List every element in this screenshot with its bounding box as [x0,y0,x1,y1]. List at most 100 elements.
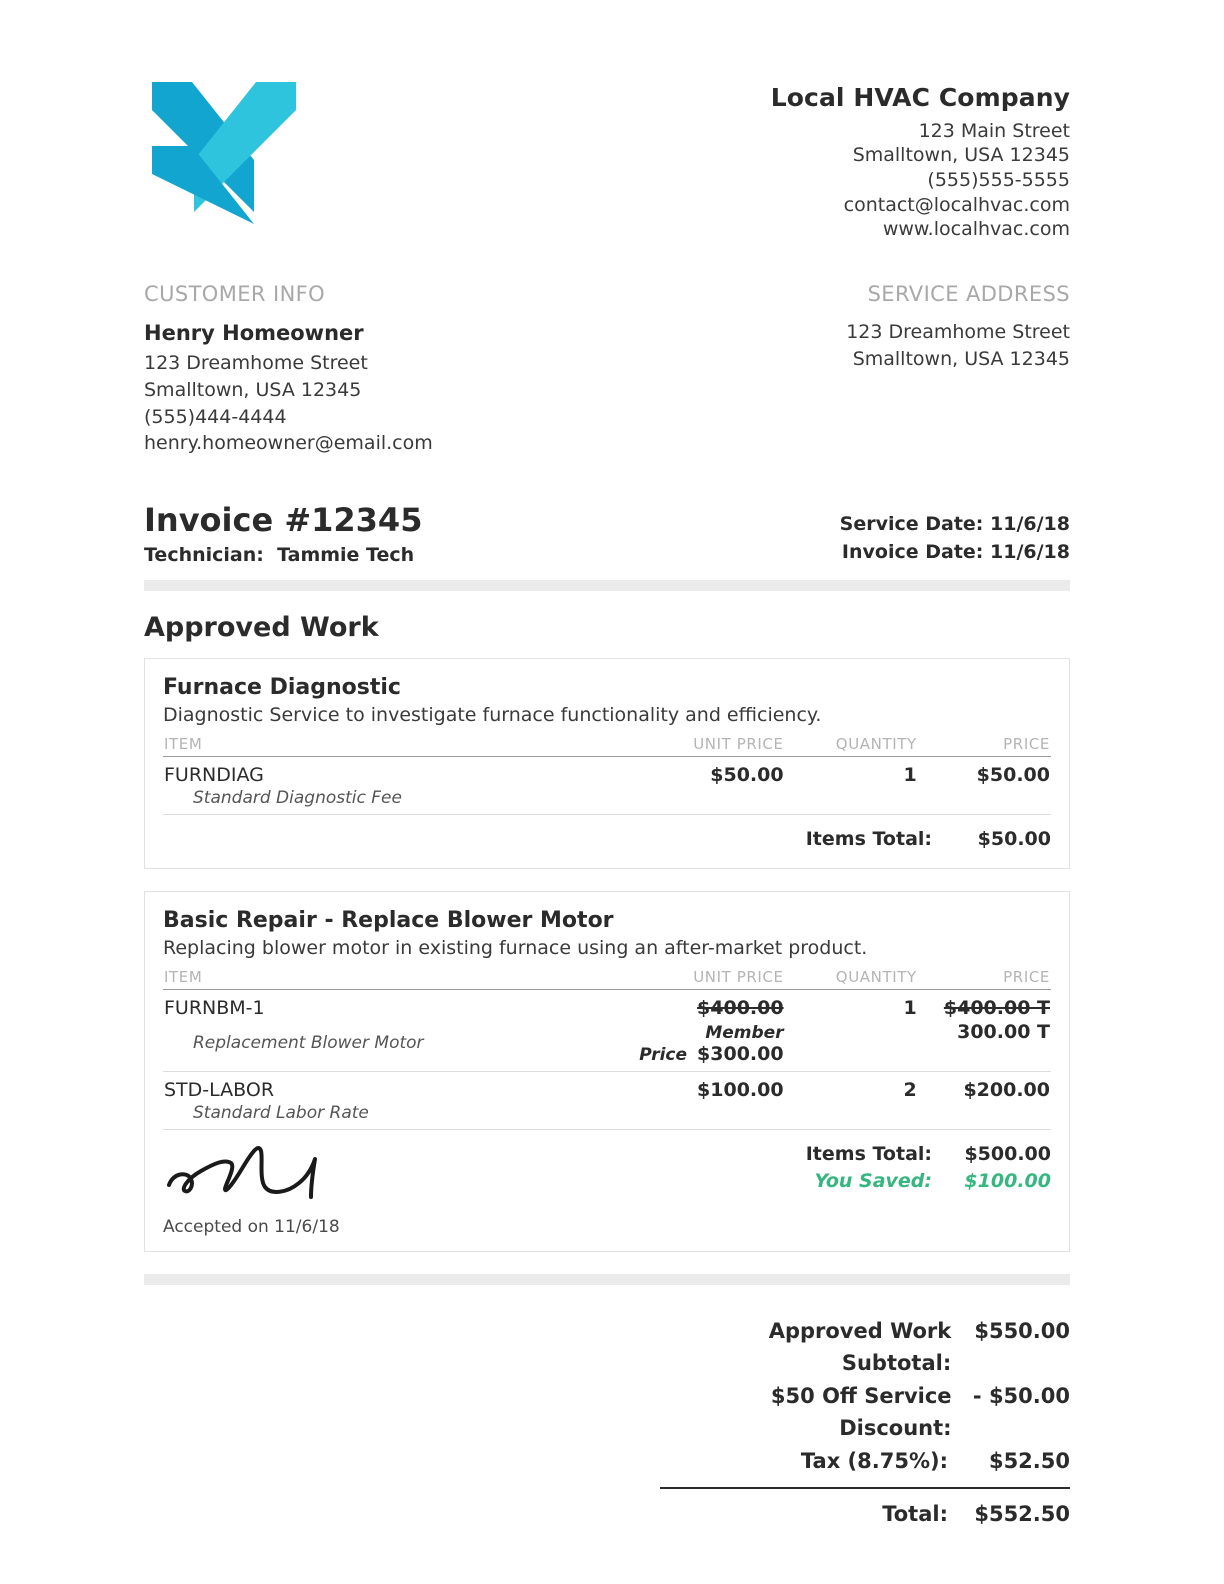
customer-name: Henry Homeowner [144,320,364,345]
line-item-unit-price-original: $400.00 [697,996,784,1019]
items-total-value: $500.00 [964,1142,1051,1165]
line-item-unit-price-alt [571,787,785,816]
line-item-quantity: 2 [903,1078,917,1101]
grand-total-value: $552.50 [974,1501,1070,1526]
col-header-quantity: QUANTITY [784,734,918,758]
invoice-date: Invoice Date: 11/6/18 [841,540,1070,563]
line-item-unit-price: $100.00 [697,1078,784,1101]
tax-label: Tax (8.75%): [800,1449,948,1473]
company-address-line2: Smalltown, USA 12345 [852,144,1070,167]
work-card-footer: Accepted on 11/6/18 Items Total: $500.00… [163,1130,1051,1237]
line-item-price-alt [917,1101,1051,1130]
card-totals: Items Total: $500.00 You Saved: $100.00 [607,1141,1051,1196]
company-logo [144,64,304,224]
line-item-quantity-alt [784,1101,918,1130]
work-card-title: Basic Repair - Replace Blower Motor [163,907,614,933]
line-item-price-alt [917,787,1051,816]
company-address-line1: 123 Main Street [918,119,1070,142]
customer-info-heading: CUSTOMER INFO [144,281,326,306]
subtotal-label: Approved Work Subtotal: [768,1318,952,1376]
customer-address-line2: Smalltown, USA 12345 [144,378,362,401]
company-email: contact@localhvac.com [843,193,1070,216]
line-items-table: ITEM UNIT PRICE QUANTITY PRICE FURNBM-1 … [163,966,1051,1130]
line-item-unit-price-alt [571,1101,785,1130]
line-item-price: $50.00 [976,764,1050,787]
work-card-title: Furnace Diagnostic [163,675,401,701]
handwritten-signature-icon [167,1145,317,1199]
line-item-price: 300.00 T [917,1019,1051,1072]
you-saved-value: $100.00 [964,1170,1051,1193]
table-row: STD-LABOR $100.00 2 $200.00 [163,1071,1051,1102]
table-row: FURNBM-1 $400.00 1 $400.00 T [163,989,1051,1020]
tax-value: $52.50 [988,1449,1070,1473]
customer-info-block: CUSTOMER INFO Henry Homeowner 123 Dreamh… [144,280,433,458]
col-header-unit-price: UNIT PRICE [571,734,785,758]
subtotal-row: Approved Work Subtotal: $550.00 [660,1315,1070,1380]
table-row-description: Standard Labor Rate [163,1101,1051,1130]
invoice-identity: Invoice #12345 Technician: Tammie Tech [144,501,423,567]
table-header-row: ITEM UNIT PRICE QUANTITY PRICE [163,734,1051,758]
discount-row: $50 Off Service Discount: - $50.00 [660,1380,1070,1445]
subtotal-value: $550.00 [974,1318,1070,1343]
totals-rule [660,1486,1070,1489]
technician-row: Technician: Tammie Tech [144,544,422,566]
card-totals: Items Total: $50.00 [607,826,1051,854]
line-item-member-price-cell: Member Price $300.00 [571,1019,785,1072]
company-name: Local HVAC Company [770,83,1070,112]
totals-inner: Approved Work Subtotal: $550.00 $50 Off … [660,1315,1070,1530]
totals-divider-bar [144,1273,1070,1285]
invoice-number: Invoice #12345 [144,501,423,540]
invoice-title-row: Invoice #12345 Technician: Tammie Tech S… [144,501,1070,567]
table-row-description: Standard Diagnostic Fee [163,787,1051,816]
service-address-block: SERVICE ADDRESS 123 Dreamhome Street Sma… [846,280,1070,458]
col-header-price: PRICE [917,966,1051,990]
company-website: www.localhvac.com [882,218,1070,241]
col-header-item: ITEM [163,734,572,758]
parties-section: CUSTOMER INFO Henry Homeowner 123 Dreamh… [144,280,1070,458]
line-item-price: $200.00 [963,1078,1050,1101]
col-header-price: PRICE [917,734,1051,758]
line-item-quantity-alt [784,787,918,816]
signature-area: Accepted on 11/6/18 [163,1141,607,1237]
invoice-header: Local HVAC Company 123 Main Street Small… [144,0,1070,242]
service-address-line1: 123 Dreamhome Street [846,320,1070,343]
company-contact-block: Local HVAC Company 123 Main Street Small… [771,64,1070,242]
approved-work-title: Approved Work [144,612,379,644]
discount-value: - $50.00 [972,1383,1070,1408]
service-address-heading: SERVICE ADDRESS [867,281,1070,306]
grand-total-row: Total: $552.50 [660,1498,1070,1531]
col-header-item: ITEM [163,966,572,990]
tax-row: Tax (8.75%): $52.50 [660,1445,1070,1478]
invoice-dates: Service Date: 11/6/18 Invoice Date: 11/6… [840,511,1070,566]
grand-total-label: Total: [882,1501,948,1526]
line-item-description: Standard Labor Rate [163,1101,572,1130]
table-row-description: Replacement Blower Motor Member Price $30… [163,1019,1051,1072]
invoice-page: Local HVAC Company 123 Main Street Small… [144,0,1070,1530]
technician-name: Tammie Tech [277,544,415,567]
service-date: Service Date: 11/6/18 [839,513,1070,536]
you-saved-label: You Saved: [814,1170,932,1193]
items-total-row: Items Total: $500.00 [607,1141,1051,1169]
customer-phone: (555)444-4444 [144,405,287,428]
line-item-sku: FURNDIAG [164,764,264,787]
chevron-logo-icon [152,82,296,224]
line-item-quantity: 1 [903,996,917,1019]
work-card-description: Replacing blower motor in existing furna… [163,936,868,959]
you-saved-row: You Saved: $100.00 [607,1168,1051,1196]
customer-address-line1: 123 Dreamhome Street [144,351,368,374]
technician-label: Technician: [144,544,264,567]
line-item-description: Replacement Blower Motor [163,1019,572,1072]
work-card: Basic Repair - Replace Blower Motor Repl… [144,890,1070,1252]
work-card-footer: Items Total: $50.00 [163,815,1051,854]
items-total-row: Items Total: $50.00 [607,826,1051,854]
table-row: FURNDIAG $50.00 1 $50.00 [163,757,1051,788]
line-item-unit-price: $300.00 [697,1042,784,1065]
line-item-sku: STD-LABOR [164,1078,275,1101]
line-item-quantity: 1 [903,764,917,787]
items-total-label: Items Total: [805,828,932,851]
line-item-quantity-alt [784,1019,918,1072]
header-divider-bar [144,580,1070,592]
signature-accepted-text: Accepted on 11/6/18 [163,1216,340,1237]
line-items-table: ITEM UNIT PRICE QUANTITY PRICE FURNDIAG … [163,734,1051,816]
work-card: Furnace Diagnostic Diagnostic Service to… [144,658,1070,869]
